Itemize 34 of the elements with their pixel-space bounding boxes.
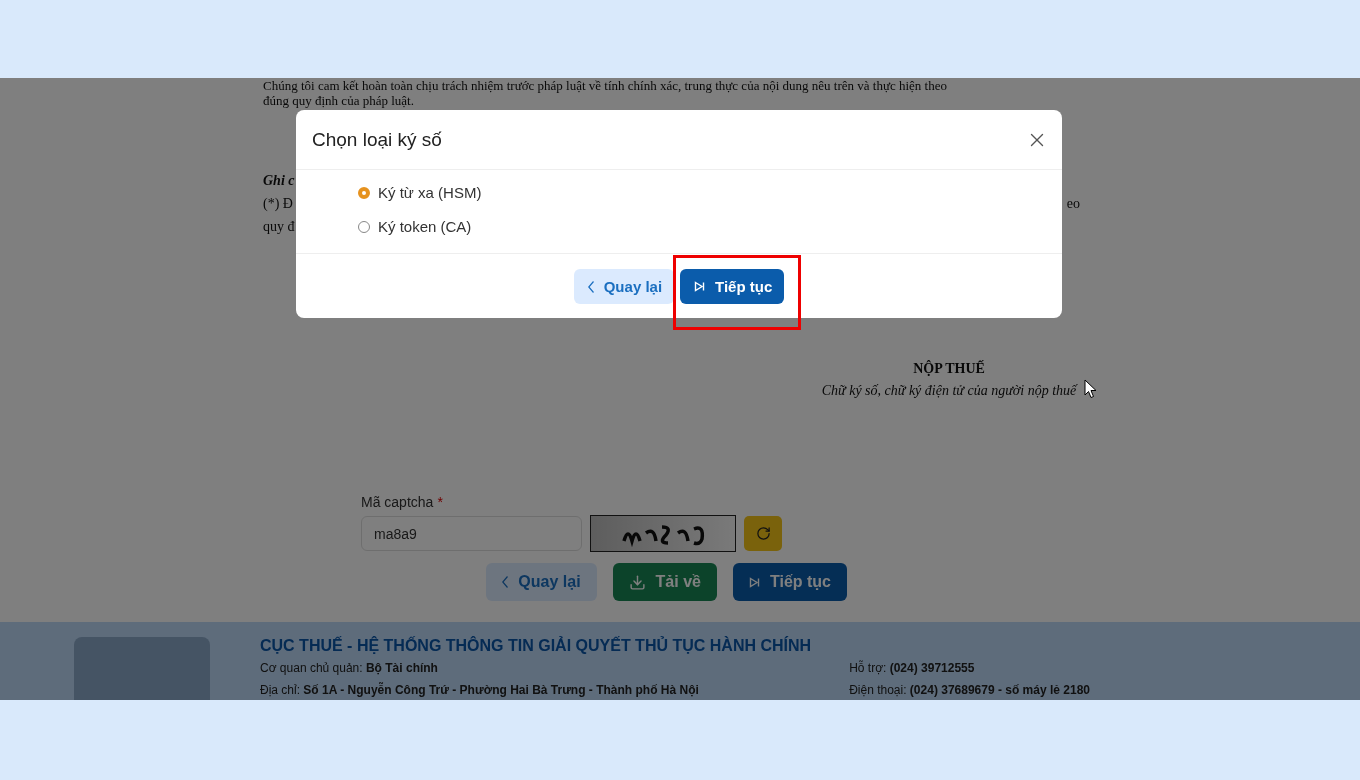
step-forward-icon [748, 576, 760, 588]
back-button[interactable]: Quay lại [486, 563, 597, 601]
footer-info: Cơ quan chủ quản: Bộ Tài chính [260, 661, 439, 675]
refresh-icon [755, 526, 771, 541]
captcha-input[interactable]: ma8a9 [361, 516, 582, 551]
captcha-label: Mã captcha [361, 494, 434, 510]
note-heading: Ghi c [263, 172, 295, 190]
signature-title: NỘP THUẾ [913, 359, 985, 378]
footer-contact: Điện thoại: (024) 37689679 - số máy lẻ 2180 [849, 683, 1090, 697]
next-button[interactable]: Tiếp tục [680, 269, 785, 304]
option-label: Ký token (CA) [378, 218, 472, 235]
cursor-icon [1084, 379, 1098, 399]
radio-button[interactable] [358, 186, 370, 199]
next-button[interactable]: Tiếp tục [732, 563, 847, 601]
commitment-text: đúng quy định của pháp luật. [263, 93, 414, 108]
note-text: quy đ [263, 218, 295, 236]
back-button[interactable]: Quay lại [573, 269, 675, 304]
note-text: eo [1066, 195, 1080, 213]
note-text: (*) Đ [263, 195, 293, 213]
chevron-left-icon [587, 280, 594, 293]
footer-title: CỤC THUẾ - HỆ THỐNG THÔNG TIN GIẢI QUYẾT THỦ TỤC HÀNH CHÍNH [260, 637, 813, 655]
signature-caption: Chữ ký số, chữ ký điện tử của người nộp thuế [821, 382, 1077, 400]
footer-info: Địa chỉ: Số 1A - Nguyễn Công Trứ - Phường Hai Bà Trưng - Thành phố Hà Nội [260, 683, 699, 697]
commitment-text: Chúng tôi cam kết hoàn toàn chịu trách nhiệm trước pháp luật về tính chính xác, trung thực của nội dung nêu trên và thực hiện theo [263, 78, 947, 93]
footer-contact: Hỗ trợ: (024) 39712555 [849, 661, 976, 675]
radio-button[interactable] [358, 220, 370, 233]
dialog-title: Chọn loại ký số [312, 128, 442, 151]
step-forward-icon [694, 281, 706, 292]
download-icon [628, 573, 646, 591]
option-label: Ký từ xa (HSM) [378, 184, 482, 201]
refresh-button[interactable] [744, 516, 782, 551]
chevron-left-icon [502, 576, 509, 588]
download-button[interactable]: Tải về [612, 563, 717, 601]
required-mark: * [437, 494, 443, 510]
